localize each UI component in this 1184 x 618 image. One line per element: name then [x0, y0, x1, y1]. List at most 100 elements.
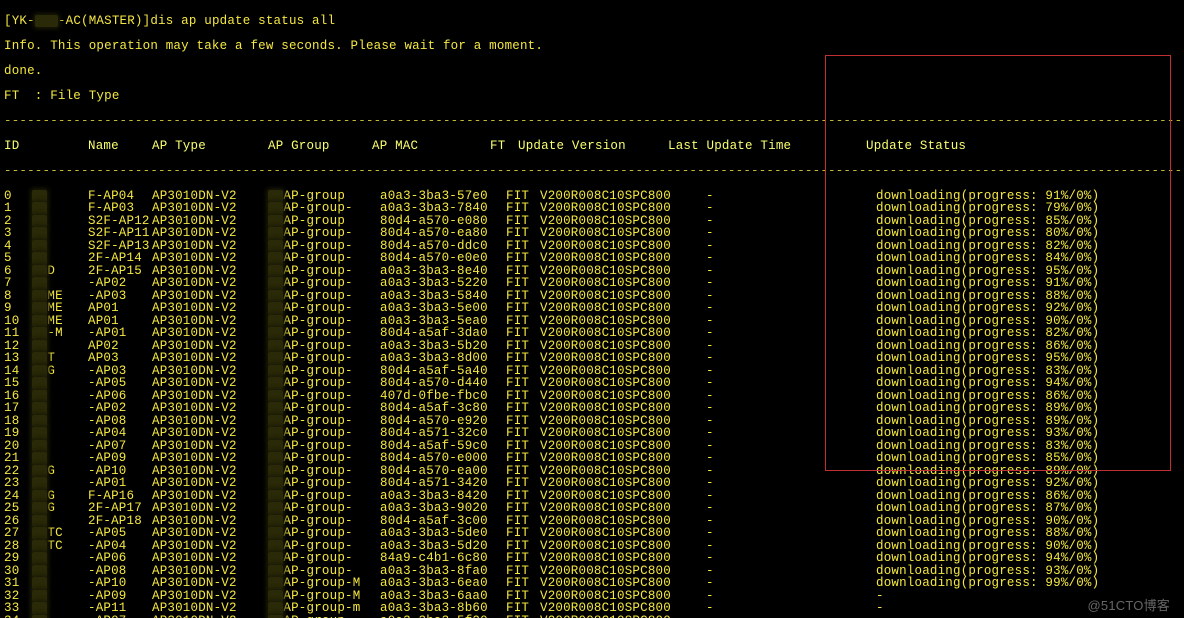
- redaction: XX: [32, 615, 47, 618]
- cell-version: V200R008C10SPC800: [540, 452, 706, 465]
- cell-type: AP3010DN-V2: [152, 277, 268, 290]
- cell-time: -: [706, 452, 876, 465]
- cell-id: 9: [4, 302, 32, 315]
- cell-ft: FIT: [506, 302, 540, 315]
- cell-time: -: [706, 490, 876, 503]
- cell-status: downloading(progress: 94%/0%): [876, 552, 1156, 565]
- cell-mac: a0a3-3ba3-8b60: [380, 602, 506, 615]
- cell-name: -AP11: [88, 602, 152, 615]
- cell-version: V200R008C10SPC800: [540, 552, 706, 565]
- cell-status: downloading(progress: 80%/0%): [876, 227, 1156, 240]
- redaction: XX: [32, 527, 47, 540]
- cell-id: 3: [4, 227, 32, 240]
- cell-name: -AP02: [88, 277, 152, 290]
- cell-time: -: [706, 565, 876, 578]
- cell-type: AP3010DN-V2: [152, 602, 268, 615]
- cell-mac: 80d4-a571-3420: [380, 477, 506, 490]
- table-row: 3XX S2F-AP11AP3010DN-V2XXAP-group-80d4-a…: [4, 227, 1180, 240]
- divider: ----------------------------------------…: [4, 165, 1180, 178]
- redaction: XX: [32, 502, 47, 515]
- hdr-type: AP Type: [152, 140, 268, 153]
- cell-mac: 84a9-c4b1-6c80: [380, 552, 506, 565]
- cell-mac: a0a3-3ba3-5de0: [380, 527, 506, 540]
- cell-id: 27: [4, 527, 32, 540]
- cell-type: AP3010DN-V2: [152, 577, 268, 590]
- cell-time: -: [706, 590, 876, 603]
- table-row: 5XX 2F-AP14AP3010DN-V2XXAP-group-80d4-a5…: [4, 252, 1180, 265]
- redaction: XX: [32, 427, 47, 440]
- cell-name: -AP06: [88, 552, 152, 565]
- cell-mac: 80d4-a570-d440: [380, 377, 506, 390]
- cell-name: -AP10: [88, 577, 152, 590]
- cell-time: -: [706, 477, 876, 490]
- hdr-ver: Update Version: [518, 140, 668, 153]
- redaction: XX: [268, 577, 283, 590]
- redaction: XX: [32, 452, 47, 465]
- cell-status: downloading(progress: 82%/0%): [876, 327, 1156, 340]
- cell-group: XXAP-group-: [268, 615, 380, 618]
- redaction: XX: [32, 302, 47, 315]
- cell-type: AP3010DN-V2: [152, 377, 268, 390]
- redaction: XX: [32, 477, 47, 490]
- cell-status: downloading(progress: 79%/0%): [876, 202, 1156, 215]
- cell-name: S2F-AP11: [88, 227, 152, 240]
- cell-time: -: [706, 302, 876, 315]
- cell-status: downloading(progress: 91%/0%): [876, 277, 1156, 290]
- cell-time: -: [706, 352, 876, 365]
- cell-version: V200R008C10SPC800: [540, 615, 706, 618]
- cell-time: -: [706, 465, 876, 478]
- cell-time: -: [706, 277, 876, 290]
- cell-version: V200R008C10SPC800: [540, 402, 706, 415]
- table-row: 15XX -AP05AP3010DN-V2XXAP-group-80d4-a57…: [4, 377, 1180, 390]
- cell-time: -: [706, 365, 876, 378]
- cell-mac: a0a3-3ba3-5220: [380, 277, 506, 290]
- cell-name: 2F-AP14: [88, 252, 152, 265]
- cell-type: AP3010DN-V2: [152, 615, 268, 618]
- terminal-output: [YK-XXX-AC(MASTER)]dis ap update status …: [0, 0, 1184, 618]
- cell-name: AP01: [88, 302, 152, 315]
- cell-time: -: [706, 602, 876, 615]
- redaction: XX: [268, 202, 283, 215]
- cell-time: -: [706, 577, 876, 590]
- redaction: XX: [268, 327, 283, 340]
- cell-id: 19: [4, 427, 32, 440]
- cell-id: 25: [4, 502, 32, 515]
- cell-id: 29: [4, 552, 32, 565]
- cmd-text: -AC(MASTER)]dis ap update status all: [58, 14, 335, 28]
- redaction: XX: [268, 502, 283, 515]
- cell-type: AP3010DN-V2: [152, 227, 268, 240]
- cell-id: 11: [4, 327, 32, 340]
- cell-time: -: [706, 315, 876, 328]
- cell-name: 2F-AP17: [88, 502, 152, 515]
- cell-name: -AP05: [88, 377, 152, 390]
- cell-id: 15: [4, 377, 32, 390]
- table-row: 33XX -AP11AP3010DN-V2XXAP-group-ma0a3-3b…: [4, 602, 1180, 615]
- cell-name: -AP09: [88, 452, 152, 465]
- redaction: XX: [268, 452, 283, 465]
- cell-version: V200R008C10SPC800: [540, 527, 706, 540]
- cell-time: -: [706, 515, 876, 528]
- cell-time: -: [706, 240, 876, 253]
- table-row: 34XX -AP07AP3010DN-V2XXAP-group-a0a3-3ba…: [4, 615, 1180, 618]
- cell-mac: a0a3-3ba3-7840: [380, 202, 506, 215]
- table-row: 7XX -AP02AP3010DN-V2XXAP-group-a0a3-3ba3…: [4, 277, 1180, 290]
- cell-version: V200R008C10SPC800: [540, 427, 706, 440]
- cell-ft: FIT: [506, 377, 540, 390]
- cell-type: AP3010DN-V2: [152, 327, 268, 340]
- table-row: 11XX-M-AP01AP3010DN-V2XXAP-group-80d4-a5…: [4, 327, 1180, 340]
- cell-ft: FIT: [506, 577, 540, 590]
- cell-ft: FIT: [506, 427, 540, 440]
- cell-version: V200R008C10SPC800: [540, 202, 706, 215]
- cell-version: V200R008C10SPC800: [540, 352, 706, 365]
- cell-status: -: [876, 615, 1156, 618]
- hdr-time: Last Update Time: [668, 140, 866, 153]
- ft-legend: FT : File Type: [4, 90, 1180, 103]
- redaction: XX: [32, 202, 47, 215]
- cell-name: -AP02: [88, 402, 152, 415]
- hdr-mac: AP MAC: [372, 140, 490, 153]
- cell-id: 21: [4, 452, 32, 465]
- redaction: XX: [268, 277, 283, 290]
- redaction: XX: [268, 552, 283, 565]
- divider: ----------------------------------------…: [4, 115, 1180, 128]
- redaction: XX: [32, 377, 47, 390]
